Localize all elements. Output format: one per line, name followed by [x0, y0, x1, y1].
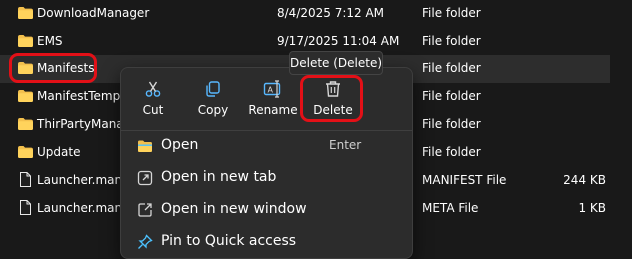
- file-type: File folder: [422, 145, 481, 159]
- cut-label: Cut: [142, 103, 164, 117]
- menu-item-open-in-new-tab[interactable]: Open in new tab: [125, 162, 408, 194]
- file-type: META File: [422, 201, 479, 215]
- folder-icon: [18, 7, 33, 19]
- folder-icon: [18, 90, 33, 102]
- rename-icon: A: [263, 80, 281, 98]
- file-icon: [20, 172, 31, 187]
- file-name: EMS: [37, 34, 63, 48]
- menu-item-pin-to-quick-access[interactable]: Pin to Quick access: [125, 226, 408, 258]
- menu-item-label: Open in new window: [161, 201, 307, 217]
- delete-highlight-annotation: [300, 75, 363, 122]
- folder-icon: [18, 118, 33, 130]
- copy-label: Copy: [197, 103, 229, 117]
- file-date: 8/4/2025 7:12 AM: [277, 6, 385, 20]
- pin-icon: [137, 234, 153, 250]
- menu-item-open[interactable]: Open Enter: [125, 130, 408, 162]
- file-size: 244 KB: [563, 173, 606, 187]
- folder-icon: [18, 35, 33, 47]
- manifests-highlight-annotation: [9, 53, 97, 83]
- delete-tooltip: Delete (Delete): [289, 51, 383, 75]
- folder-open-icon: [137, 138, 153, 154]
- menu-item-label: Open in new tab: [161, 169, 277, 185]
- file-icon: [20, 200, 31, 215]
- rename-label: Rename: [248, 103, 298, 117]
- new-tab-icon: [137, 170, 153, 186]
- file-name: ManifestTemp: [37, 89, 121, 103]
- file-type: File folder: [422, 89, 481, 103]
- file-type: File folder: [422, 34, 481, 48]
- folder-icon: [18, 146, 33, 158]
- scissors-icon: [145, 81, 161, 97]
- file-size: 1 KB: [578, 201, 606, 215]
- file-type: File folder: [422, 117, 481, 131]
- context-menu: Cut Copy A Rename Delete Open Enter Open…: [120, 67, 413, 259]
- rename-button[interactable]: A Rename: [243, 68, 303, 128]
- file-name: ThirPartyManag: [37, 117, 132, 131]
- file-row-downloadmanager[interactable]: DownloadManager 8/4/2025 7:12 AM File fo…: [0, 0, 610, 28]
- svg-text:A: A: [268, 86, 274, 95]
- file-type: File folder: [422, 6, 481, 20]
- file-name: Launcher.manit: [37, 173, 131, 187]
- menu-item-shortcut: Enter: [329, 138, 362, 152]
- file-name: Launcher.manit: [37, 201, 131, 215]
- copy-icon: [206, 81, 220, 97]
- menu-item-open-in-new-window[interactable]: Open in new window: [125, 194, 408, 226]
- file-type: File folder: [422, 61, 481, 75]
- menu-item-label: Open: [161, 137, 199, 153]
- file-date: 9/17/2025 11:04 AM: [277, 34, 400, 48]
- new-window-icon: [137, 202, 153, 218]
- file-type: MANIFEST File: [422, 173, 507, 187]
- cut-button[interactable]: Cut: [123, 68, 183, 128]
- file-name: DownloadManager: [37, 6, 150, 20]
- copy-button[interactable]: Copy: [183, 68, 243, 128]
- file-name: Update: [37, 145, 81, 159]
